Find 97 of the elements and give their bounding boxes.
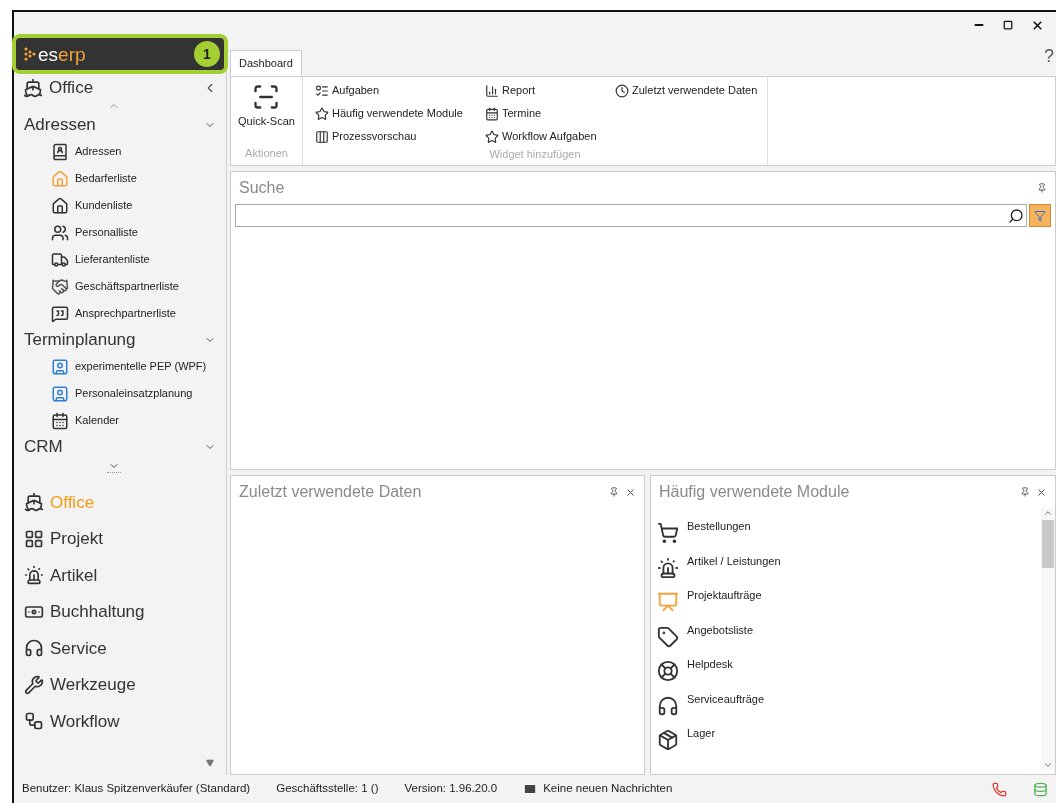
- scanner-icon: [252, 83, 281, 111]
- speech-bubble-icon: [51, 304, 69, 323]
- person-calendar-icon: [51, 384, 69, 403]
- pin-icon[interactable]: [1037, 183, 1047, 193]
- phone-icon[interactable]: [992, 781, 1007, 797]
- module-link[interactable]: Artikel / Leistungen: [687, 552, 781, 569]
- person-calendar-icon: [51, 357, 69, 376]
- sidebar-item[interactable]: Personalliste: [75, 224, 138, 241]
- tag-icon: [657, 625, 679, 648]
- columns-icon: [315, 129, 329, 144]
- scrollbar-thumb[interactable]: [1042, 520, 1054, 568]
- star-icon: [315, 106, 329, 121]
- sidebar-item[interactable]: Geschäftspartnerliste: [75, 278, 179, 295]
- siren-icon: [657, 556, 679, 579]
- module-link[interactable]: Lager: [687, 725, 716, 742]
- tools-icon: [24, 674, 44, 695]
- module-link[interactable]: Projektaufträge: [687, 587, 762, 604]
- module-link[interactable]: Helpdesk: [687, 656, 733, 673]
- star-outline-icon: [485, 129, 499, 144]
- widget-button[interactable]: Prozessvorschau: [315, 127, 475, 146]
- module-item[interactable]: Projekt: [14, 520, 226, 557]
- logo-icon: [24, 47, 36, 61]
- sidebar-item[interactable]: Adressen: [75, 143, 122, 160]
- module-item[interactable]: Service: [14, 630, 226, 667]
- close-icon[interactable]: [1036, 486, 1047, 498]
- scroll-up-icon[interactable]: [1043, 508, 1053, 518]
- maximize-icon[interactable]: [1003, 20, 1013, 30]
- list-icon: [315, 83, 329, 98]
- help-button[interactable]: ?: [1044, 43, 1056, 76]
- lifebuoy-icon: [657, 660, 679, 682]
- pin-icon[interactable]: [609, 487, 619, 497]
- group-label: Widget hinzufügen: [488, 147, 582, 162]
- sidebar-item[interactable]: Personaleinsatzplanung: [75, 385, 193, 402]
- headset-icon: [24, 638, 44, 659]
- group-title[interactable]: Terminplanung: [24, 327, 136, 353]
- bar-chart-icon: [485, 83, 499, 98]
- panel-title: Zuletzt verwendete Daten: [239, 482, 422, 502]
- filter-button[interactable]: [1029, 204, 1051, 227]
- search-icon[interactable]: [1008, 207, 1024, 224]
- module-link[interactable]: Bestellungen: [687, 518, 751, 535]
- search-field[interactable]: [235, 204, 1027, 227]
- sidebar-item[interactable]: Kundenliste: [75, 197, 133, 214]
- pin-icon[interactable]: [1020, 487, 1030, 497]
- handshake-icon: [51, 277, 69, 296]
- module-link[interactable]: Serviceaufträge: [687, 690, 765, 707]
- truck-icon: [51, 250, 69, 269]
- widget-button[interactable]: Zuletzt verwendete Daten: [615, 81, 758, 100]
- widget-button[interactable]: Workflow Aufgaben: [485, 127, 605, 146]
- section-header: Office: [49, 77, 94, 100]
- sidebar-item[interactable]: Ansprechpartnerliste: [75, 305, 176, 322]
- workflow-icon: [24, 711, 44, 732]
- siren-icon: [24, 565, 44, 586]
- clock-icon: [615, 83, 629, 98]
- people-icon: [51, 223, 69, 242]
- module-link[interactable]: Angebotsliste: [687, 621, 754, 638]
- widget-button[interactable]: Report: [485, 81, 605, 100]
- sidebar-item[interactable]: Lieferantenliste: [75, 251, 150, 268]
- house-icon: [51, 169, 69, 188]
- status-text: Keine neuen Nachrichten: [543, 781, 673, 797]
- panel-title: Häufig verwendete Module: [659, 482, 850, 502]
- sidebar-item[interactable]: experimentelle PEP (WPF): [75, 358, 207, 375]
- filter-icon: [1034, 209, 1046, 222]
- group-title[interactable]: Adressen: [24, 112, 96, 138]
- panel-title: Suche: [239, 178, 285, 198]
- widget-button[interactable]: Termine: [485, 104, 605, 123]
- cart-icon: [657, 522, 679, 544]
- logo-text: eserp: [38, 44, 86, 64]
- step-badge: 1: [194, 41, 220, 67]
- module-item[interactable]: Artikel: [14, 557, 226, 594]
- house-icon: [51, 196, 69, 215]
- module-item[interactable]: Workflow: [14, 703, 226, 740]
- ribbon-tab[interactable]: Dashboard: [230, 50, 302, 76]
- calendar-icon: [51, 411, 69, 430]
- sidebar-item[interactable]: Kalender: [75, 412, 120, 429]
- sidebar-item[interactable]: Bedarferliste: [75, 170, 137, 187]
- group-title[interactable]: CRM: [24, 434, 63, 460]
- status-text: Version: 1.96.20.0: [404, 781, 498, 797]
- quick-scan-button[interactable]: Quick-Scan: [238, 83, 295, 130]
- group-label: Aktionen: [245, 145, 288, 161]
- module-item[interactable]: Werkzeuge: [14, 666, 226, 703]
- calendar-icon: [485, 106, 499, 121]
- scroll-down-icon[interactable]: [1043, 760, 1053, 770]
- status-text: Geschäftsstelle: 1 (): [276, 781, 379, 797]
- close-icon[interactable]: [625, 486, 636, 498]
- widget-button[interactable]: Aufgaben: [315, 81, 475, 100]
- scrollbar[interactable]: [1041, 508, 1055, 770]
- close-window-icon[interactable]: [1031, 18, 1044, 32]
- database-icon[interactable]: [1033, 781, 1048, 797]
- presentation-board-icon: [657, 591, 679, 613]
- grid-icon: [24, 528, 44, 549]
- address-book-icon: [51, 142, 69, 161]
- package-icon: [657, 729, 679, 751]
- headset-icon: [657, 694, 679, 717]
- widget-button[interactable]: Häufig verwendete Module: [315, 104, 475, 123]
- module-item[interactable]: Buchhaltung: [14, 593, 226, 630]
- dropdown-caret-icon[interactable]: [206, 759, 214, 767]
- status-text: Benutzer: Klaus Spitzenverkäufer (Standard): [22, 781, 251, 797]
